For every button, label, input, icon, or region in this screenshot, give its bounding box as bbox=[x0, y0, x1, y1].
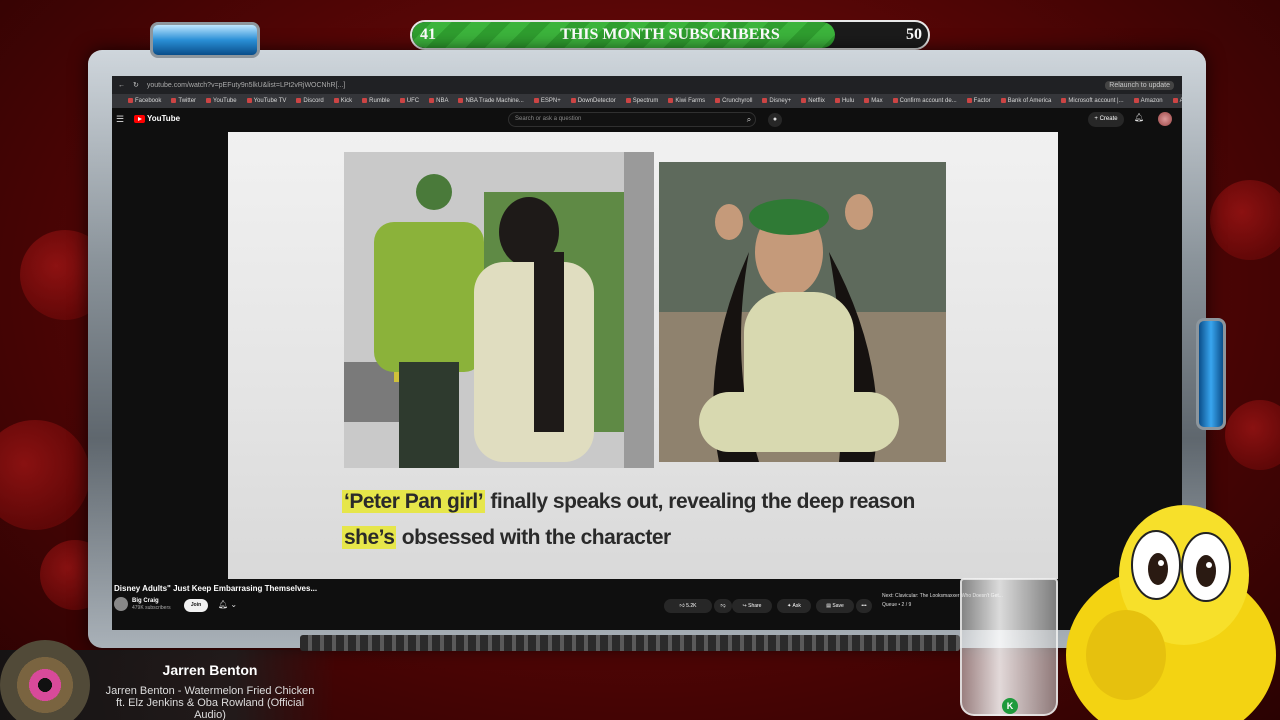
bookmark-item[interactable]: Hulu bbox=[835, 98, 854, 104]
glass-overlay: K bbox=[960, 578, 1058, 716]
ask-button[interactable]: ✦ Ask bbox=[777, 599, 811, 613]
bookmark-item[interactable]: Bank of America bbox=[1001, 98, 1052, 104]
frame-light-top bbox=[150, 22, 260, 58]
frame-grill bbox=[300, 635, 960, 651]
video-photo-right bbox=[659, 162, 946, 462]
photo-right-illustration bbox=[659, 162, 946, 462]
share-button[interactable]: ↪ Share bbox=[732, 599, 772, 613]
album-disc-icon bbox=[0, 640, 90, 720]
bookmark-item[interactable]: Disney+ bbox=[762, 98, 791, 104]
video-player[interactable]: ‘Peter Pan girl’ finally speaks out, rev… bbox=[228, 132, 1058, 579]
video-title: Disney Adults" Just Keep Embarrasing The… bbox=[114, 584, 318, 593]
more-actions-icon[interactable]: ••• bbox=[856, 599, 872, 613]
create-label: Create bbox=[1099, 116, 1118, 122]
subscriber-goal-target: 50 bbox=[906, 26, 922, 43]
join-button[interactable]: Join bbox=[184, 599, 208, 612]
browser-screen: ← ↻ youtube.com/watch?v=pEFuty9n5lkU&lis… bbox=[112, 76, 1182, 630]
photo-left-illustration bbox=[344, 152, 654, 468]
frame-light-side bbox=[1196, 318, 1226, 430]
bookmarks-bar: Facebook Twitter YouTube YouTube TV Discord K… bbox=[112, 94, 1182, 108]
bookmark-item[interactable]: Kick bbox=[334, 98, 352, 104]
bookmark-item[interactable]: Max bbox=[864, 98, 882, 104]
video-caption: ‘Peter Pan girl’ finally speaks out, rev… bbox=[342, 484, 962, 556]
subscription-bell-icon[interactable]: 🔔︎ ⌄ bbox=[218, 600, 237, 609]
caption-text-2: obsessed with the character bbox=[396, 526, 671, 549]
bg-blob bbox=[1210, 180, 1280, 260]
subscriber-goal-bar: 41 THIS MONTH SUBSCRIBERS 50 bbox=[410, 20, 930, 50]
back-icon[interactable]: ← bbox=[118, 82, 125, 89]
share-label: Share bbox=[748, 603, 762, 609]
bookmark-item[interactable]: Amazon Music Unli... bbox=[1173, 98, 1182, 104]
bookmark-item[interactable]: Amazon bbox=[1134, 98, 1163, 104]
youtube-logo-text: YouTube bbox=[147, 114, 181, 123]
notifications-icon[interactable]: 🔔︎ bbox=[1134, 113, 1144, 122]
bookmark-item[interactable]: Kiwi Farms bbox=[668, 98, 705, 104]
now-playing-track: Jarren Benton - Watermelon Fried Chicken… bbox=[105, 685, 315, 720]
bookmark-item[interactable]: Facebook bbox=[128, 98, 161, 104]
youtube-play-icon bbox=[134, 114, 145, 123]
bookmark-item[interactable]: Microsoft account |... bbox=[1061, 98, 1123, 104]
mic-icon[interactable]: ● bbox=[768, 113, 782, 127]
ask-label: Ask bbox=[792, 603, 801, 609]
bookmark-item[interactable]: Confirm account de... bbox=[893, 98, 957, 104]
save-label: Save bbox=[832, 603, 844, 609]
channel-subscribers: 479K subscribers bbox=[132, 604, 171, 611]
subscriber-goal-label: THIS MONTH SUBSCRIBERS bbox=[560, 26, 780, 43]
bookmark-item[interactable]: YouTube bbox=[206, 98, 237, 104]
caption-highlight-1: ‘Peter Pan girl’ bbox=[342, 490, 486, 513]
address-bar[interactable]: youtube.com/watch?v=pEFuty9n5lkU&list=LP… bbox=[147, 82, 345, 89]
bookmark-item[interactable]: ESPN+ bbox=[534, 98, 561, 104]
bookmark-item[interactable]: Crunchyroll bbox=[715, 98, 752, 104]
bookmark-item[interactable]: DownDetector bbox=[571, 98, 616, 104]
like-count: 5.2K bbox=[686, 603, 697, 609]
mascot-bird bbox=[1066, 505, 1276, 720]
create-button[interactable]: + Create bbox=[1088, 112, 1124, 127]
bookmark-item[interactable]: UFC bbox=[400, 98, 419, 104]
save-button[interactable]: ▤ Save bbox=[816, 599, 854, 613]
bookmark-item[interactable]: Netflix bbox=[801, 98, 825, 104]
search-icon[interactable]: ⌕ bbox=[740, 112, 758, 127]
now-playing-artist: Jarren Benton bbox=[162, 662, 258, 678]
menu-icon[interactable]: ☰ bbox=[116, 114, 124, 125]
bookmark-item[interactable]: YouTube TV bbox=[247, 98, 287, 104]
account-avatar[interactable] bbox=[1158, 112, 1172, 126]
video-photo-left bbox=[344, 152, 654, 468]
channel-name[interactable]: Big Craig bbox=[132, 598, 171, 605]
youtube-logo[interactable]: YouTube bbox=[134, 114, 180, 123]
caption-text-1: finally speaks out, revealing the deep r… bbox=[485, 490, 915, 513]
bg-blob bbox=[1225, 400, 1280, 470]
dislike-button[interactable]: 👎︎ bbox=[714, 599, 732, 613]
bookmark-item[interactable]: NBA Trade Machine... bbox=[458, 98, 523, 104]
bookmark-item[interactable]: Discord bbox=[296, 98, 323, 104]
browser-toolbar: ← ↻ youtube.com/watch?v=pEFuty9n5lkU&lis… bbox=[112, 76, 1182, 94]
bookmark-item[interactable]: NBA bbox=[429, 98, 448, 104]
like-button[interactable]: 👍︎ 5.2K bbox=[664, 599, 712, 613]
bookmark-item[interactable]: Spectrum bbox=[626, 98, 659, 104]
kick-logo-icon: K bbox=[1002, 698, 1018, 714]
bookmark-item[interactable]: Rumble bbox=[362, 98, 390, 104]
relaunch-button[interactable]: Relaunch to update bbox=[1105, 80, 1174, 90]
bg-blob bbox=[0, 420, 90, 530]
channel-info[interactable]: Big Craig 479K subscribers bbox=[114, 597, 171, 611]
reload-icon[interactable]: ↻ bbox=[133, 81, 139, 89]
bookmark-item[interactable]: Factor bbox=[967, 98, 991, 104]
search-input[interactable]: Search or ask a question bbox=[508, 112, 756, 127]
bookmark-item[interactable]: Twitter bbox=[171, 98, 196, 104]
channel-avatar[interactable] bbox=[114, 597, 128, 611]
caption-highlight-2: she’s bbox=[342, 526, 397, 549]
youtube-header: ☰ YouTube Search or ask a question ⌕ ● +… bbox=[112, 108, 1182, 132]
